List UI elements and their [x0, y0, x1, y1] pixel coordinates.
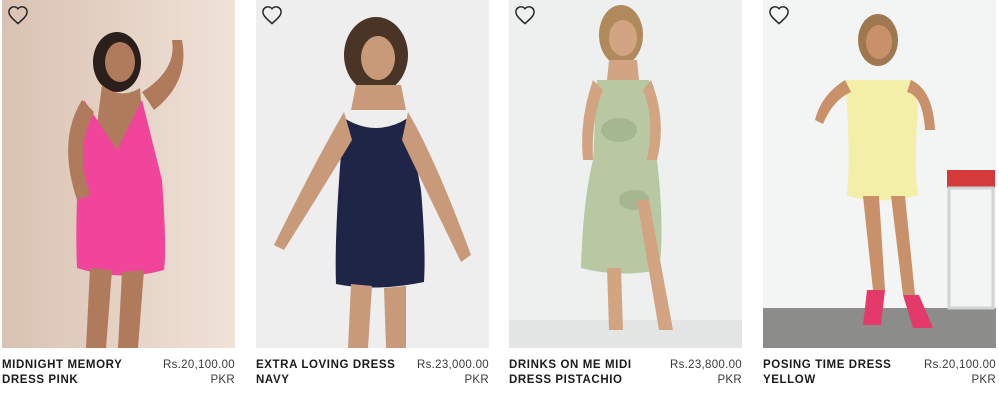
price-currency: PKR: [717, 374, 742, 386]
price-amount: Rs.23,800.00: [669, 359, 742, 371]
product-image[interactable]: [763, 0, 996, 348]
product-price: Rs.20,100.00 PKR: [911, 358, 996, 388]
model-photo: [2, 0, 235, 348]
product-card[interactable]: EXTRA LOVING DRESS NAVY Rs.23,000.00 PKR: [256, 0, 489, 405]
product-grid: MIDNIGHT MEMORY DRESS PINK Rs.20,100.00 …: [0, 0, 999, 405]
product-image[interactable]: [2, 0, 235, 348]
model-photo: [509, 0, 742, 348]
price-amount: Rs.23,000.00: [416, 359, 489, 371]
model-photo: [763, 0, 996, 348]
product-image[interactable]: [509, 0, 742, 348]
product-price: Rs.20,100.00 PKR: [150, 358, 235, 388]
price-currency: PKR: [971, 374, 996, 386]
product-image[interactable]: [256, 0, 489, 348]
product-name[interactable]: EXTRA LOVING DRESS NAVY: [256, 358, 406, 388]
product-info: MIDNIGHT MEMORY DRESS PINK Rs.20,100.00 …: [2, 357, 235, 397]
product-price: Rs.23,800.00 PKR: [657, 358, 742, 388]
product-price: Rs.23,000.00 PKR: [404, 358, 489, 388]
product-info: EXTRA LOVING DRESS NAVY Rs.23,000.00 PKR: [256, 357, 489, 397]
product-card[interactable]: MIDNIGHT MEMORY DRESS PINK Rs.20,100.00 …: [2, 0, 235, 405]
price-amount: Rs.20,100.00: [162, 359, 235, 371]
wishlist-heart-icon[interactable]: [261, 5, 283, 25]
model-photo: [256, 0, 489, 348]
product-name[interactable]: POSING TIME DRESS YELLOW: [763, 358, 913, 388]
wishlist-heart-icon[interactable]: [7, 5, 29, 25]
wishlist-heart-icon[interactable]: [514, 5, 536, 25]
product-info: DRINKS ON ME MIDI DRESS PISTACHIO Rs.23,…: [509, 357, 742, 397]
price-amount: Rs.20,100.00: [923, 359, 996, 371]
product-card[interactable]: DRINKS ON ME MIDI DRESS PISTACHIO Rs.23,…: [509, 0, 742, 405]
product-name[interactable]: MIDNIGHT MEMORY DRESS PINK: [2, 358, 152, 388]
wishlist-heart-icon[interactable]: [768, 5, 790, 25]
price-currency: PKR: [210, 374, 235, 386]
price-currency: PKR: [464, 374, 489, 386]
product-name[interactable]: DRINKS ON ME MIDI DRESS PISTACHIO: [509, 358, 659, 388]
product-info: POSING TIME DRESS YELLOW Rs.20,100.00 PK…: [763, 357, 996, 397]
product-card[interactable]: POSING TIME DRESS YELLOW Rs.20,100.00 PK…: [763, 0, 996, 405]
